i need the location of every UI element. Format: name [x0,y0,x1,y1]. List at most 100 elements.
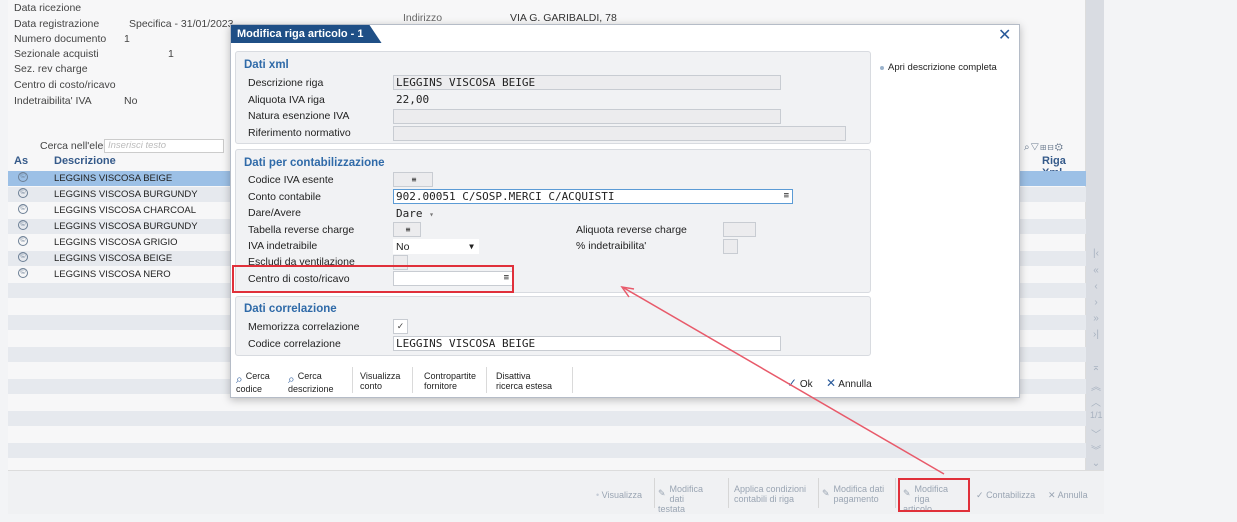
aliquota-label: Aliquota IVA riga [248,94,325,106]
pencil-icon: ✎ [822,488,830,498]
iva-indetraibile-select[interactable]: No ▼ [393,239,479,254]
info-row: Numero documento 1 [14,33,130,45]
group-dati-xml: Dati xml Descrizione riga LEGGINS VISCOS… [235,51,871,144]
conto-field[interactable]: 902.00051 C/SOSP.MERCI C/ACQUISTI ≡ [393,189,793,204]
codice-correlazione-label: Codice correlazione [248,338,341,350]
annulla-button[interactable]: ✕ Annulla [1048,490,1088,500]
copyright-icon: © [18,220,28,230]
conto-label: Conto contabile [248,191,321,203]
copyright-icon: © [18,172,28,182]
search-input[interactable]: Inserisci testo [104,139,224,153]
copyright-icon: © [18,236,28,246]
dare-avere-label: Dare/Avere [248,207,301,219]
visualizza-button[interactable]: • Visualizza [596,490,642,500]
info-row: Sez. rev charge [14,63,88,75]
scroll-page-down-icon[interactable]: ︾ [1090,442,1102,457]
dialog-title: Modifica riga articolo - 1 [231,25,382,43]
info-row: Indetraibilita' IVA No [14,95,138,107]
app-window: Data ricezione Data registrazione Specifi… [0,0,1237,522]
address-value: VIA G. GARIBALDI, 78 [510,12,617,24]
perc-indetraibilita-label: % indetraibilita' [576,240,647,252]
visualizza-conto-button[interactable]: Visualizza conto [360,371,400,391]
dot-icon: • [596,490,600,500]
ok-button[interactable]: ✓ Ok [787,376,813,390]
table-tools-icons[interactable]: ⌕▽⊞⊟⚙ [1024,142,1064,153]
info-row: Data registrazione Specifica - 31/01/2023 [14,18,234,30]
search-icon: ⌕ [236,372,243,386]
back-icon[interactable]: ‹ [1090,281,1102,292]
contabilizza-button[interactable]: ✓ Contabilizza [976,490,1035,500]
highlight-box [898,478,970,512]
column-header-riga-xml[interactable]: Riga Xml [1042,155,1086,179]
pencil-icon: ✎ [658,488,666,498]
tabella-rc-label: Tabella reverse charge [248,224,355,236]
info-row: Centro di costo/ricavo [14,79,116,91]
scroll-top-icon[interactable]: ⌅ [1090,362,1102,373]
cerca-descrizione-button[interactable]: ⌕ Cerca descrizione [288,371,334,394]
modifica-riga-dialog: Modifica riga articolo - 1 ✕ Dati xml De… [230,24,1020,398]
close-icon: ✕ [1048,490,1056,500]
check-icon: ✓ [976,490,984,500]
first-page-icon[interactable]: |‹ [1090,248,1102,259]
iva-indetraibile-label: IVA indetraibile [248,240,318,252]
check-icon: ✓ [787,376,798,390]
aliquota-field[interactable]: 22,00 [393,92,453,107]
close-icon[interactable]: ✕ [998,25,1011,45]
codice-iva-field[interactable]: ≡ [393,172,433,187]
perc-indetraibilita-field[interactable] [723,239,738,254]
table-row-empty [8,443,1086,458]
column-header-descrizione[interactable]: Descrizione [54,155,116,170]
group-correlazione: Dati correlazione Memorizza correlazione… [235,296,871,356]
scroll-bottom-icon[interactable]: ⌄ [1090,458,1102,469]
copyright-icon: © [18,188,28,198]
copyright-icon: © [18,268,28,278]
apri-descrizione-link[interactable]: Apri descrizione completa [888,62,997,73]
fast-back-icon[interactable]: « [1090,265,1102,276]
highlight-box [232,265,514,293]
natura-field[interactable] [393,109,781,124]
last-page-icon[interactable]: ›| [1090,329,1102,340]
column-header-as[interactable]: As [14,155,28,170]
dialog-annulla-button[interactable]: ✕ Annulla [826,376,872,390]
applica-condizioni-button[interactable]: Applica condizioni contabili di riga [734,484,806,504]
riferimento-field[interactable] [393,126,846,141]
copyright-icon: © [18,252,28,262]
aliquota-rc-label: Aliquota reverse charge [576,224,687,236]
forward-icon[interactable]: › [1090,297,1102,308]
list-icon[interactable]: ≡ [784,190,789,203]
fast-forward-icon[interactable]: » [1090,313,1102,324]
scroll-page-up-icon[interactable]: ︽ [1090,378,1102,393]
scroll-down-icon[interactable]: ﹀ [1090,426,1102,441]
tabella-rc-field[interactable]: ≡ [393,222,421,237]
contropartite-button[interactable]: Contropartite fornitore [424,371,476,391]
modifica-pagamento-button[interactable]: ✎ Modifica dati pagamento [822,484,884,504]
descrizione-riga-label: Descrizione riga [248,77,324,89]
bullet-icon [880,66,884,70]
memorizza-checkbox[interactable]: ✓ [393,319,408,334]
close-icon: ✕ [826,376,837,390]
table-row-empty [8,411,1086,426]
codice-correlazione-field[interactable]: LEGGINS VISCOSA BEIGE [393,336,781,351]
memorizza-label: Memorizza correlazione [248,321,360,333]
dare-avere-select[interactable]: Dare ▾ [393,206,435,221]
caret-down-icon: ▼ [469,242,474,251]
cerca-codice-button[interactable]: ⌕ Cerca codice [236,371,270,394]
scroll-up-icon[interactable]: ︿ [1090,394,1102,409]
codice-iva-label: Codice IVA esente [248,174,334,186]
group-title: Dati xml [244,59,289,71]
page-indicator: 1/1 [1090,410,1103,420]
group-title: Dati correlazione [244,303,337,315]
table-row-empty [8,427,1086,442]
descrizione-riga-field[interactable]: LEGGINS VISCOSA BEIGE [393,75,781,90]
chevron-down-icon: ▾ [429,210,434,219]
copyright-icon: © [18,204,28,214]
disattiva-ricerca-button[interactable]: Disattiva ricerca estesa [496,371,552,391]
modifica-dati-testata-button[interactable]: ✎ Modifica dati testata [658,484,703,514]
info-row: Sezionale acquisti 1 [14,48,174,60]
search-icon: ⌕ [288,372,295,386]
info-row: Data ricezione [14,2,82,14]
aliquota-rc-field[interactable] [723,222,756,237]
natura-label: Natura esenzione IVA [248,110,350,122]
group-title: Dati per contabilizzazione [244,157,385,169]
riferimento-label: Riferimento normativo [248,127,351,139]
